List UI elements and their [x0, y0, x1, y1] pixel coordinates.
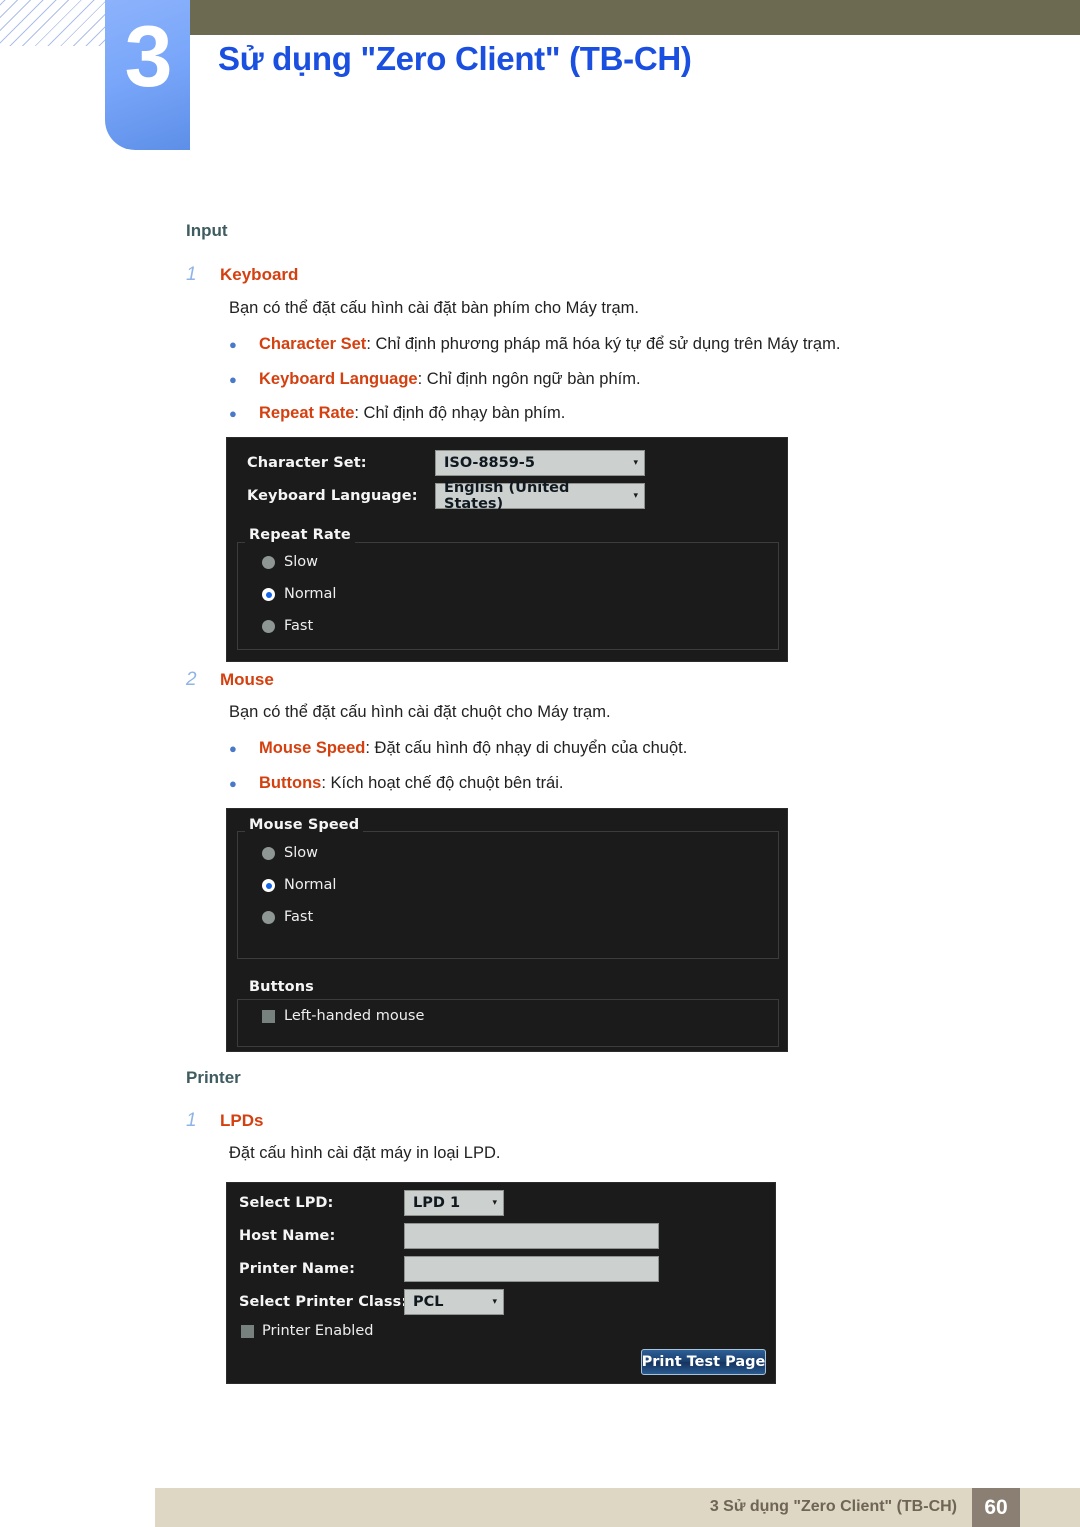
item-mouse: 2 Mouse [186, 669, 986, 691]
repeat-rate-label-fast: Fast [284, 618, 314, 634]
bullet-mouse-speed: ● Mouse Speed: Đặt cấu hình độ nhạy di ch… [229, 739, 1029, 758]
host-name-label: Host Name: [239, 1228, 336, 1244]
keyboard-paragraph: Bạn có thể đặt cấu hình cài đặt bàn phím… [229, 299, 639, 317]
item-number: 1 [186, 264, 197, 285]
item-title: Mouse [220, 670, 274, 689]
decorative-hatch-pattern [0, 0, 118, 46]
keyboard-language-dropdown[interactable]: English (United States) ▾ [435, 480, 645, 512]
chapter-number-block: 3 [105, 0, 190, 150]
printer-name-input[interactable] [404, 1256, 659, 1282]
print-test-page-button[interactable]: Print Test Page [641, 1349, 766, 1375]
printer-settings-screenshot: Select LPD: LPD 1 ▾ Host Name: Printer N… [226, 1182, 776, 1384]
page-number: 60 [984, 1495, 1008, 1519]
chevron-down-icon: ▾ [633, 490, 638, 501]
character-set-value: ISO-8859-5 [444, 455, 535, 471]
bullet-term: Repeat Rate [259, 404, 355, 422]
repeat-rate-radio-fast[interactable] [262, 620, 275, 633]
item-number: 1 [186, 1110, 197, 1131]
bullet-text: : Đặt cấu hình độ nhạy di chuyển của chu… [365, 739, 688, 757]
mouse-speed-label-fast: Fast [284, 909, 314, 925]
repeat-rate-legend: Repeat Rate [245, 527, 355, 543]
item-title: LPDs [220, 1111, 264, 1130]
select-lpd-dropdown[interactable]: LPD 1 ▾ [404, 1190, 504, 1216]
bullet-text: : Chỉ định ngôn ngữ bàn phím. [417, 370, 641, 388]
select-lpd-value: LPD 1 [413, 1195, 461, 1211]
bullet-keyboard-language: ● Keyboard Language: Chỉ định ngôn ngữ bà… [229, 370, 1029, 389]
item-lpds: 1 LPDs [186, 1110, 986, 1132]
item-number: 2 [186, 669, 197, 690]
bullet-term: Buttons [259, 774, 322, 792]
mouse-speed-label-normal: Normal [284, 877, 337, 893]
item-keyboard: 1 Keyboard [186, 264, 986, 286]
footer-chapter-text: 3 Sử dụng "Zero Client" (TB-CH) [709, 1498, 957, 1515]
buttons-legend: Buttons [245, 979, 318, 995]
mouse-speed-radio-slow[interactable] [262, 847, 275, 860]
left-handed-mouse-checkbox[interactable] [262, 1010, 275, 1023]
bullet-term: Keyboard Language [259, 370, 418, 388]
mouse-paragraph: Bạn có thể đặt cấu hình cài đặt chuột ch… [229, 703, 611, 721]
host-name-input[interactable] [404, 1223, 659, 1249]
character-set-dropdown[interactable]: ISO-8859-5 ▾ [435, 450, 645, 476]
chevron-down-icon: ▾ [492, 1296, 497, 1307]
chevron-down-icon: ▾ [492, 1197, 497, 1208]
character-set-label: Character Set: [247, 455, 367, 471]
bullet-icon: ● [229, 406, 237, 422]
bullet-text: : Kích hoạt chế độ chuột bên trái. [321, 774, 564, 792]
mouse-speed-legend: Mouse Speed [245, 817, 364, 833]
chapter-number: 3 [124, 9, 173, 105]
bullet-repeat-rate: ● Repeat Rate: Chỉ định độ nhạy bàn phím. [229, 404, 1029, 423]
repeat-rate-radio-normal[interactable] [262, 588, 275, 601]
select-printer-class-value: PCL [413, 1294, 444, 1310]
bullet-icon: ● [229, 741, 237, 757]
page-title: Sử dụng "Zero Client" (TB-CH) [218, 40, 692, 77]
select-printer-class-label: Select Printer Class: [239, 1294, 408, 1310]
chevron-down-icon: ▾ [633, 457, 638, 468]
mouse-speed-groupbox [237, 831, 779, 959]
bullet-text: : Chỉ định độ nhạy bàn phím. [354, 404, 566, 422]
bullet-character-set: ● Character Set: Chỉ định phương pháp mã … [229, 335, 1029, 354]
keyboard-language-label: Keyboard Language: [247, 488, 418, 504]
bullet-icon: ● [229, 372, 237, 388]
printer-name-label: Printer Name: [239, 1261, 355, 1277]
printer-enabled-checkbox[interactable] [241, 1325, 254, 1338]
bullet-icon: ● [229, 337, 237, 353]
bullet-text: : Chỉ định phương pháp mã hóa ký tự để s… [366, 335, 841, 353]
mouse-settings-screenshot: Mouse Speed Slow Normal Fast Buttons Lef… [226, 808, 788, 1052]
repeat-rate-label-slow: Slow [284, 554, 318, 570]
printer-enabled-label: Printer Enabled [262, 1323, 374, 1339]
bullet-icon: ● [229, 776, 237, 792]
item-title: Keyboard [220, 265, 299, 284]
bullet-buttons: ● Buttons: Kích hoạt chế độ chuột bên trá… [229, 774, 1029, 793]
bullet-term: Character Set [259, 335, 367, 353]
select-printer-class-dropdown[interactable]: PCL ▾ [404, 1289, 504, 1315]
group-heading-printer: Printer [186, 1068, 241, 1087]
footer-page-box: 60 [972, 1488, 1020, 1527]
select-lpd-label: Select LPD: [239, 1195, 334, 1211]
group-heading-input: Input [186, 221, 228, 240]
keyboard-language-value: English (United States) [444, 480, 570, 512]
repeat-rate-label-normal: Normal [284, 586, 337, 602]
mouse-speed-radio-normal[interactable] [262, 879, 275, 892]
header-olive-bar [190, 0, 1080, 35]
keyboard-settings-screenshot: Character Set: ISO-8859-5 ▾ Keyboard Lan… [226, 437, 788, 662]
lpds-paragraph: Đặt cấu hình cài đặt máy in loại LPD. [229, 1144, 501, 1162]
repeat-rate-radio-slow[interactable] [262, 556, 275, 569]
bullet-term: Mouse Speed [259, 739, 366, 757]
page-header: 3 Sử dụng "Zero Client" (TB-CH) [0, 0, 1080, 160]
left-handed-mouse-label: Left-handed mouse [284, 1008, 425, 1024]
mouse-speed-label-slow: Slow [284, 845, 318, 861]
mouse-speed-radio-fast[interactable] [262, 911, 275, 924]
